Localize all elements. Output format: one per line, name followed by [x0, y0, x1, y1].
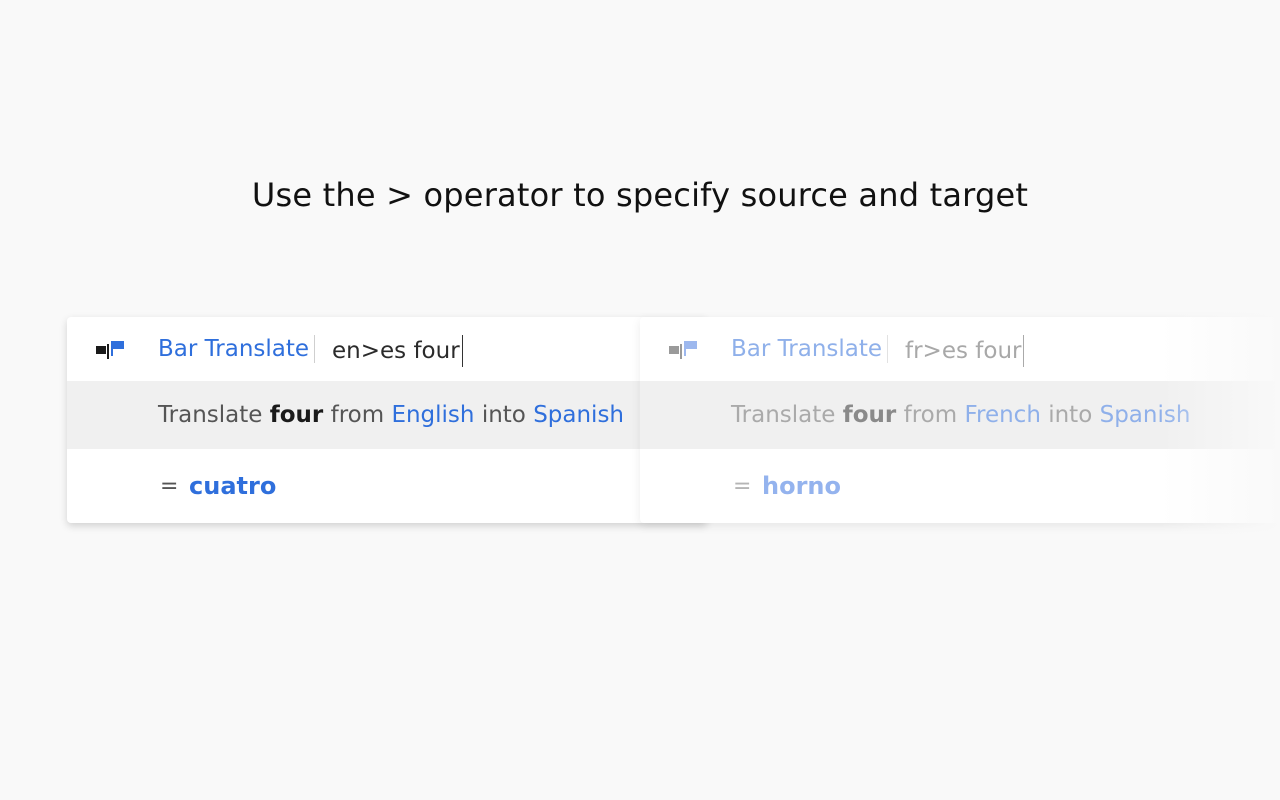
text-caret — [1023, 335, 1025, 367]
suggestion-text[interactable]: Translate four from French into Spanish — [731, 402, 1190, 428]
suggestion-row[interactable]: Translate four from French into Spanish — [640, 381, 1280, 449]
suggestion-into: into — [481, 402, 526, 428]
query-input[interactable]: fr>es four — [905, 335, 1025, 367]
suggestion-word: four — [269, 402, 324, 428]
suggestion-prefix: Translate — [158, 402, 263, 428]
translate-panel-french: Bar Translate fr>es four Translate four … — [640, 317, 1280, 523]
equals-sign: = — [733, 473, 752, 499]
search-bar[interactable]: Bar Translate en>es four — [67, 317, 707, 381]
flags-icon — [669, 341, 697, 359]
brand-label: Bar Translate — [731, 336, 883, 362]
text-caret — [461, 335, 463, 367]
suggestion-from: from — [330, 402, 385, 428]
target-language: Spanish — [1099, 402, 1191, 428]
suggestion-into: into — [1048, 402, 1093, 428]
source-language: French — [964, 402, 1041, 428]
translate-panel-english: Bar Translate en>es four Translate four … — [67, 317, 707, 523]
flags-icon — [96, 341, 124, 359]
translation-result: horno — [762, 472, 841, 500]
divider — [887, 335, 888, 363]
translation-result: cuatro — [189, 472, 277, 500]
result-row[interactable]: = horno — [640, 449, 1280, 523]
suggestion-text[interactable]: Translate four from English into Spanish — [158, 402, 624, 428]
suggestion-prefix: Translate — [731, 402, 836, 428]
screenshot-stage: Use the > operator to specify source and… — [0, 0, 1280, 800]
suggestion-from: from — [903, 402, 958, 428]
suggestion-word: four — [842, 402, 897, 428]
brand-label: Bar Translate — [158, 336, 310, 362]
query-text[interactable]: fr>es four — [905, 337, 1021, 365]
equals-sign: = — [160, 473, 179, 499]
source-language: English — [391, 402, 475, 428]
page-headline: Use the > operator to specify source and… — [251, 176, 1029, 214]
query-text[interactable]: en>es four — [332, 337, 460, 365]
target-language: Spanish — [533, 402, 625, 428]
result-row[interactable]: = cuatro — [67, 449, 707, 523]
suggestion-row[interactable]: Translate four from English into Spanish — [67, 381, 707, 449]
query-input[interactable]: en>es four — [332, 335, 463, 367]
search-bar[interactable]: Bar Translate fr>es four — [640, 317, 1280, 381]
divider — [314, 335, 315, 363]
